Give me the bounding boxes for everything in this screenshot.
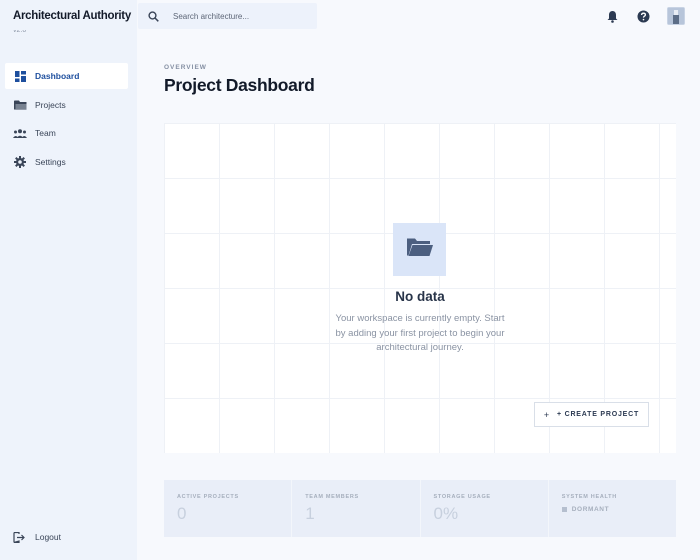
stat-system-health: SYSTEM HEALTH DORMANT [548,480,676,537]
sidebar-item-projects[interactable]: Projects [5,92,128,118]
stat-label: ACTIVE PROJECTS [177,494,239,500]
stat-label: TEAM MEMBERS [305,494,359,500]
create-project-label: + CREATE PROJECT [556,411,640,418]
empty-state-panel: No data Your workspace is currently empt… [164,123,676,453]
folder-icon [13,98,27,112]
status-text: DORMANT [571,506,610,513]
gear-icon [13,155,27,169]
page-overline: OVERVIEW [164,64,207,71]
stat-value: 1 [305,504,315,523]
status-badge: DORMANT [561,506,676,513]
empty-state-title: No data [395,289,445,304]
help-icon[interactable] [636,9,650,23]
sidebar-item-label: Projects [35,99,66,110]
sidebar-item-team[interactable]: Team [5,120,128,146]
avatar[interactable] [667,7,685,25]
stat-value: 0% [433,504,459,523]
stat-active-projects: ACTIVE PROJECTS 0 [164,480,292,537]
create-project-button[interactable]: + + CREATE PROJECT [534,402,649,427]
search-icon [148,10,162,22]
sidebar-item-dashboard[interactable]: Dashboard [5,63,128,89]
team-icon [13,126,27,140]
stat-label: SYSTEM HEALTH [561,494,617,500]
search-input[interactable] [173,11,313,21]
open-folder-icon [406,237,434,262]
stat-value: 0 [177,504,187,523]
empty-state-description: Your workspace is currently empty. Start… [335,313,505,353]
plus-icon: + [543,409,550,420]
sidebar-nav: Dashboard Projects Team Settings [5,63,128,178]
empty-state-icon-box [393,223,446,276]
stats-row: ACTIVE PROJECTS 0 TEAM MEMBERS 1 STORAGE… [164,480,676,537]
page-title: Project Dashboard [164,75,315,95]
logout-icon [13,530,27,544]
sidebar-item-label: Dashboard [35,71,80,81]
status-dot-icon [561,507,567,512]
logout-label: Logout [35,532,61,542]
sidebar-item-label: Team [35,128,56,139]
app-root: Architectural Authority v2.0 Dashboard P… [0,0,700,560]
sidebar-item-label: Settings [35,157,66,168]
sidebar: Architectural Authority v2.0 Dashboard P… [0,0,137,560]
sidebar-item-settings[interactable]: Settings [5,149,128,175]
stat-label: STORAGE USAGE [433,494,491,500]
app-version: v2.0 [13,30,27,34]
app-title: Architectural Authority [13,10,131,22]
bell-icon[interactable] [605,9,619,23]
search-bar[interactable] [138,3,317,29]
dashboard-icon [13,69,27,83]
stat-storage-usage: STORAGE USAGE 0% [420,480,548,537]
logout-button[interactable]: Logout [13,530,61,544]
stat-team-members: TEAM MEMBERS 1 [292,480,420,537]
